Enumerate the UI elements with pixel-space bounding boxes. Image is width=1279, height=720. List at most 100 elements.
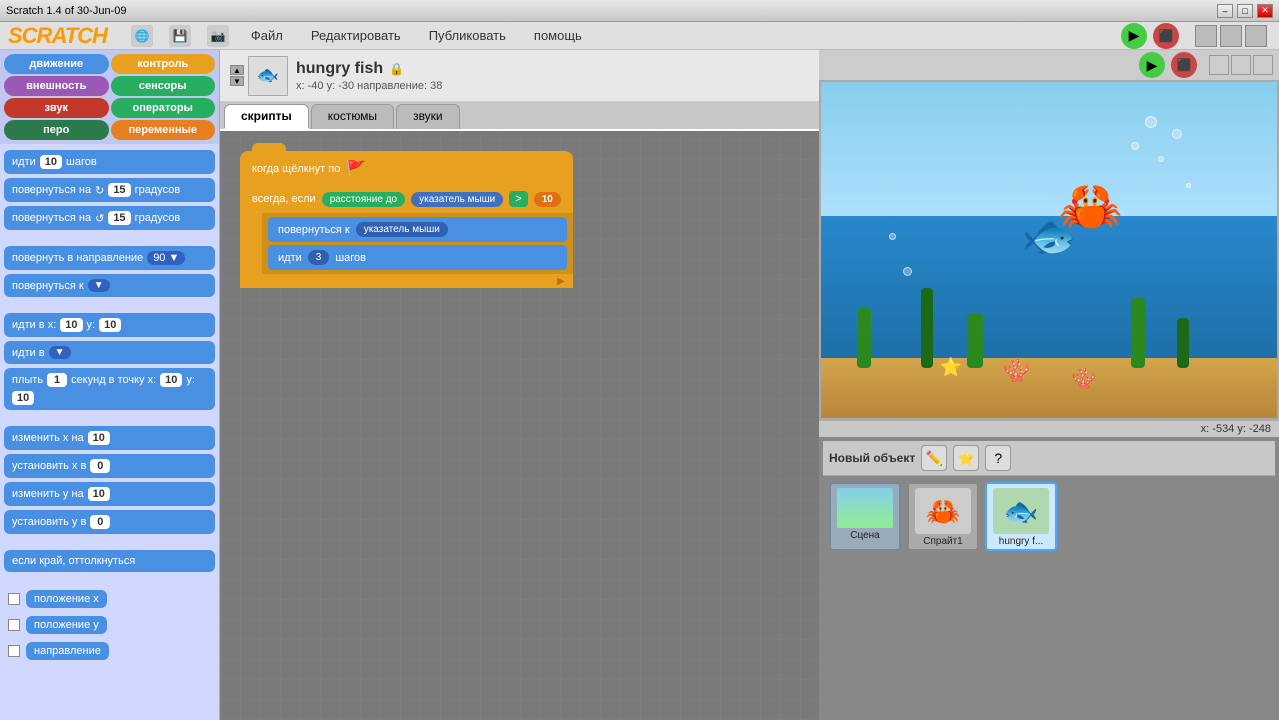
seaweed-1 bbox=[857, 308, 871, 368]
menu-edit[interactable]: Редактировать bbox=[305, 26, 407, 45]
cat-operators-button[interactable]: операторы bbox=[111, 98, 216, 118]
hat-block[interactable]: когда щёлкнут по 🚩 bbox=[240, 151, 573, 185]
sprite-name-label: hungry fish bbox=[296, 60, 383, 78]
block-go-to-dropdown[interactable]: ▼ bbox=[49, 346, 71, 359]
block-set-x-num[interactable]: 0 bbox=[90, 459, 110, 473]
paint-sprite-button[interactable]: ✏️ bbox=[921, 445, 947, 471]
cat-sound-button[interactable]: звук bbox=[4, 98, 109, 118]
block-move-num[interactable]: 10 bbox=[40, 155, 62, 169]
var-x-checkbox[interactable] bbox=[8, 593, 20, 605]
save-icon[interactable]: 💾 bbox=[169, 25, 191, 47]
stop-button[interactable]: ⬛ bbox=[1153, 23, 1179, 49]
var-x-block[interactable]: положение x bbox=[26, 590, 107, 608]
move-steps-block[interactable]: идти 3 шагов bbox=[268, 245, 567, 270]
block-turn-ccw-num[interactable]: 15 bbox=[108, 211, 130, 225]
cat-sensing-button[interactable]: сенсоры bbox=[111, 76, 216, 96]
block-go-xy-y[interactable]: 10 bbox=[99, 318, 121, 332]
turn-towards-block[interactable]: повернуться к указатель мыши bbox=[268, 217, 567, 242]
move-steps-val[interactable]: 3 bbox=[308, 250, 330, 265]
gt-operator[interactable]: > bbox=[509, 191, 527, 207]
block-go-to[interactable]: идти в ▼ bbox=[4, 341, 215, 364]
stage-full-view[interactable] bbox=[1253, 55, 1273, 75]
sprite-prev-button[interactable]: ▲ bbox=[230, 65, 244, 75]
move-steps-suffix: шагов bbox=[335, 252, 366, 264]
sprite-next-button[interactable]: ▼ bbox=[230, 76, 244, 86]
block-glide[interactable]: плыть 1 секунд в точку x: 10 y: 10 bbox=[4, 368, 215, 410]
var-dir-checkbox[interactable] bbox=[8, 645, 20, 657]
block-bounce[interactable]: если край, оттолкнуться bbox=[4, 550, 215, 572]
block-move[interactable]: идти 10 шагов bbox=[4, 150, 215, 174]
block-set-y[interactable]: установить y в 0 bbox=[4, 510, 215, 534]
stage-small-view[interactable] bbox=[1209, 55, 1229, 75]
menu-publish[interactable]: Публиковать bbox=[423, 26, 512, 45]
block-turn-cw-num[interactable]: 15 bbox=[108, 183, 130, 197]
green-flag-button[interactable]: ▶ bbox=[1121, 23, 1147, 49]
c-block-bottom: ▶ bbox=[240, 274, 573, 288]
sky-background bbox=[821, 82, 1277, 223]
stage-green-flag[interactable]: ▶ bbox=[1139, 52, 1165, 78]
var-dir-block[interactable]: направление bbox=[26, 642, 109, 660]
block-change-x-num[interactable]: 10 bbox=[88, 431, 110, 445]
block-go-xy[interactable]: идти в x: 10 y: 10 bbox=[4, 313, 215, 337]
var-x-pos: положение x bbox=[4, 588, 215, 610]
block-change-y[interactable]: изменить y на 10 bbox=[4, 482, 215, 506]
block-glide-x[interactable]: 10 bbox=[160, 373, 182, 387]
block-set-y-num[interactable]: 0 bbox=[90, 515, 110, 529]
maximize-button[interactable]: □ bbox=[1237, 4, 1253, 18]
menu-file[interactable]: Файл bbox=[245, 26, 289, 45]
close-button[interactable]: ✕ bbox=[1257, 4, 1273, 18]
help-sprite-button[interactable]: ? bbox=[985, 445, 1011, 471]
gt-value[interactable]: 10 bbox=[534, 192, 561, 207]
star-sprite-button[interactable]: ⭐ bbox=[953, 445, 979, 471]
view-small-button[interactable] bbox=[1195, 25, 1217, 47]
block-go-xy-x[interactable]: 10 bbox=[60, 318, 82, 332]
minimize-button[interactable]: – bbox=[1217, 4, 1233, 18]
camera-icon[interactable]: 📷 bbox=[207, 25, 229, 47]
block-turn-ccw-label: повернуться на bbox=[12, 212, 91, 224]
sensing-block[interactable]: расстояние до bbox=[322, 192, 405, 207]
cat-motion-button[interactable]: движение bbox=[4, 54, 109, 74]
block-point-dir-num[interactable]: 90 ▼ bbox=[147, 251, 185, 265]
tab-costumes[interactable]: костюмы bbox=[311, 104, 394, 129]
bubble-7 bbox=[903, 267, 912, 276]
block-turn-cw[interactable]: повернуться на ↻ 15 градусов bbox=[4, 178, 215, 202]
cat-variables-button[interactable]: переменные bbox=[111, 120, 216, 140]
block-turn-ccw[interactable]: повернуться на ↺ 15 градусов bbox=[4, 206, 215, 230]
stage-normal-view[interactable] bbox=[1231, 55, 1251, 75]
block-point-towards[interactable]: повернуться к ▼ bbox=[4, 274, 215, 297]
sprite-item-1[interactable]: 🦀 Спрайт1 bbox=[907, 482, 979, 551]
cat-looks-button[interactable]: внешность bbox=[4, 76, 109, 96]
view-medium-button[interactable] bbox=[1220, 25, 1242, 47]
forever-if-header[interactable]: всегда, если расстояние до указатель мыш… bbox=[240, 185, 573, 213]
stage-coords: x: -534 y: -248 bbox=[1201, 423, 1271, 435]
menu-help[interactable]: помощь bbox=[528, 26, 588, 45]
stage-stop[interactable]: ⬛ bbox=[1171, 52, 1197, 78]
block-glide-y[interactable]: 10 bbox=[12, 391, 34, 405]
mouse-pointer-arg1[interactable]: указатель мыши bbox=[411, 192, 503, 207]
scene-item[interactable]: Сцена bbox=[829, 482, 901, 551]
block-set-x[interactable]: установить x в 0 bbox=[4, 454, 215, 478]
mouse-pointer-arg2[interactable]: указатель мыши bbox=[356, 222, 448, 237]
block-change-y-num[interactable]: 10 bbox=[88, 487, 110, 501]
scripts-area[interactable]: когда щёлкнут по 🚩 всегда, если расстоян… bbox=[220, 131, 819, 720]
block-turn-ccw-suffix: градусов bbox=[135, 212, 181, 224]
cat-control-button[interactable]: контроль bbox=[111, 54, 216, 74]
var-y-block[interactable]: положение y bbox=[26, 616, 107, 634]
block-point-dir[interactable]: повернуть в направление 90 ▼ bbox=[4, 246, 215, 270]
cat-pen-button[interactable]: перо bbox=[4, 120, 109, 140]
block-glide-secs[interactable]: 1 bbox=[47, 373, 67, 387]
tab-sounds[interactable]: звуки bbox=[396, 104, 460, 129]
block-change-x[interactable]: изменить x на 10 bbox=[4, 426, 215, 450]
bubble-2 bbox=[1145, 116, 1157, 128]
forever-if-label: всегда, если bbox=[252, 193, 316, 205]
var-y-checkbox[interactable] bbox=[8, 619, 20, 631]
view-large-button[interactable] bbox=[1245, 25, 1267, 47]
sprites-area: Новый объект ✏️ ⭐ ? Сцена 🦀 Спрайт1 🐟 bbox=[819, 437, 1279, 720]
globe-icon[interactable]: 🌐 bbox=[131, 25, 153, 47]
stage[interactable]: 🪸 🪸 ⭐ 🦀 🐟 bbox=[819, 80, 1279, 420]
titlebar-title: Scratch 1.4 of 30-Jun-09 bbox=[6, 5, 126, 17]
block-point-towards-dropdown[interactable]: ▼ bbox=[88, 279, 110, 292]
tab-scripts[interactable]: скрипты bbox=[224, 104, 309, 129]
sprite-item-2[interactable]: 🐟 hungry f... bbox=[985, 482, 1057, 551]
sprite-thumbnail: 🐟 bbox=[248, 56, 288, 96]
